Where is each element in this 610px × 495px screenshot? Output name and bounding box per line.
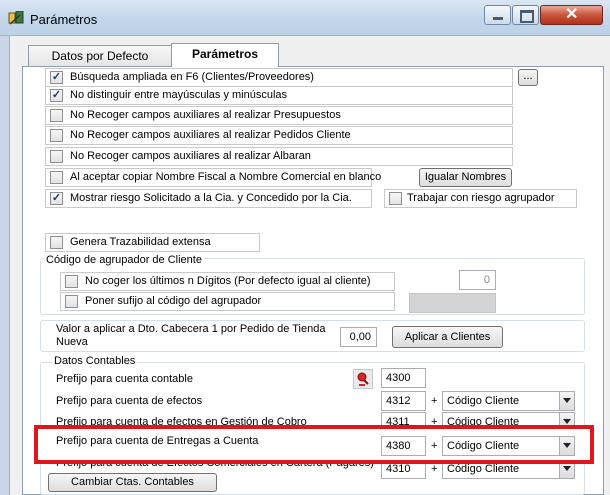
checkbox-trabajar-riesgo[interactable]: [389, 192, 402, 205]
cuenta-contable-label: Prefijo para cuenta contable: [56, 373, 193, 385]
checkbox-riesgo[interactable]: ✓: [50, 192, 63, 205]
app-icon: [8, 11, 24, 25]
cuenta-contable-search-button[interactable]: [353, 369, 373, 389]
dto-label: Valor a aplicar a Dto. Cabecera 1 por Pe…: [56, 323, 326, 348]
option-row-trazabilidad[interactable]: Genera Trazabilidad extensa: [45, 233, 260, 252]
plus-sign: +: [431, 463, 438, 475]
search-icon: [357, 372, 369, 386]
close-icon: ✕: [565, 6, 579, 23]
checkbox-busqueda[interactable]: ✓: [50, 71, 63, 84]
window-title: Parámetros: [30, 12, 98, 27]
tab-join: [172, 66, 278, 67]
option-label: No distinguir entre mayúsculas y minúscu…: [70, 89, 288, 101]
tab-divider: [279, 66, 603, 67]
close-button[interactable]: ✕: [540, 5, 603, 25]
option-row-trabajar-riesgo[interactable]: Trabajar con riesgo agrupador: [384, 189, 577, 208]
option-row-pedidos[interactable]: No Recoger campos auxiliares al realizar…: [45, 126, 513, 145]
option-row-albaran[interactable]: No Recoger campos auxiliares al realizar…: [45, 147, 513, 166]
option-row-presupuestos[interactable]: No Recoger campos auxiliares al realizar…: [45, 106, 513, 125]
agrupador-group-title: Código de agrupador de Cliente: [44, 254, 204, 266]
minimize-icon: [493, 17, 503, 20]
checkbox-pedidos[interactable]: [50, 129, 63, 142]
minimize-button[interactable]: [484, 5, 511, 25]
chevron-down-icon[interactable]: [559, 392, 574, 410]
maximize-icon: [520, 10, 534, 23]
combo-value: Código Cliente: [447, 395, 520, 407]
cuenta-contable-input[interactable]: 4300: [381, 368, 426, 388]
option-row-nombre-fiscal[interactable]: Al aceptar copiar Nombre Fiscal a Nombre…: [45, 168, 381, 187]
cuenta-efectos-input[interactable]: 4312: [381, 391, 426, 411]
cuenta-efectos-combo[interactable]: Código Cliente: [442, 391, 575, 411]
plus-sign: +: [431, 395, 438, 407]
tab-label: Datos por Defecto: [51, 49, 149, 63]
option-label: Genera Trazabilidad extensa: [70, 236, 211, 248]
checkbox-mayusculas[interactable]: ✓: [50, 89, 63, 102]
option-row-riesgo[interactable]: ✓ Mostrar riesgo Solicitado a la Cia. y …: [45, 189, 372, 208]
tab-label: Parámetros: [191, 47, 259, 61]
combo-value: Código Cliente: [447, 463, 520, 475]
tab-datos-por-defecto[interactable]: Datos por Defecto: [28, 45, 172, 67]
digitos-input[interactable]: 0: [459, 270, 496, 290]
checkbox-sufijo[interactable]: [65, 295, 78, 308]
cuenta-efectos-label: Prefijo para cuenta de efectos: [56, 395, 203, 407]
option-row-busqueda[interactable]: ✓ Búsqueda ampliada en F6 (Clientes/Prov…: [45, 68, 513, 87]
option-label: Al aceptar copiar Nombre Fiscal a Nombre…: [70, 171, 382, 183]
option-row-sufijo[interactable]: Poner sufijo al código del agrupador: [60, 292, 395, 311]
option-label: Trabajar con riesgo agrupador: [407, 192, 555, 204]
option-row-no-coger[interactable]: No coger los últimos n Dígitos (Por defe…: [60, 272, 395, 291]
option-label: No coger los últimos n Dígitos (Por defe…: [85, 275, 371, 287]
checkbox-no-coger[interactable]: [65, 275, 78, 288]
window-frame-left: [0, 36, 10, 495]
option-row-mayusculas[interactable]: ✓ No distinguir entre mayúsculas y minús…: [45, 86, 513, 105]
option-label: Mostrar riesgo Solicitado a la Cia. y Co…: [70, 192, 352, 204]
aplicar-clientes-button[interactable]: Aplicar a Clientes: [392, 326, 503, 348]
tab-parametros[interactable]: Parámetros: [171, 43, 279, 67]
cambiar-ctas-contables-button[interactable]: Cambiar Ctas. Contables: [48, 473, 217, 492]
highlight-box: [34, 425, 594, 464]
option-label: Poner sufijo al código del agrupador: [85, 295, 262, 307]
igualar-nombres-button[interactable]: Igualar Nombres: [419, 168, 512, 187]
maximize-button[interactable]: [512, 5, 539, 25]
checkbox-trazabilidad[interactable]: [50, 236, 63, 249]
checkbox-nombre-fiscal[interactable]: [50, 171, 63, 184]
dto-input[interactable]: 0,00: [340, 327, 377, 347]
checkbox-presupuestos[interactable]: [50, 109, 63, 122]
sufijo-input[interactable]: [409, 293, 496, 313]
checkbox-albaran[interactable]: [50, 150, 63, 163]
option-label: No Recoger campos auxiliares al realizar…: [70, 109, 341, 121]
contables-group-title: Datos Contables: [52, 355, 138, 367]
option-label: No Recoger campos auxiliares al realizar…: [70, 150, 311, 162]
option-label: Búsqueda ampliada en F6 (Clientes/Provee…: [70, 71, 314, 83]
option-label: No Recoger campos auxiliares al realizar…: [70, 129, 351, 141]
ellipsis-button[interactable]: ...: [518, 69, 538, 86]
